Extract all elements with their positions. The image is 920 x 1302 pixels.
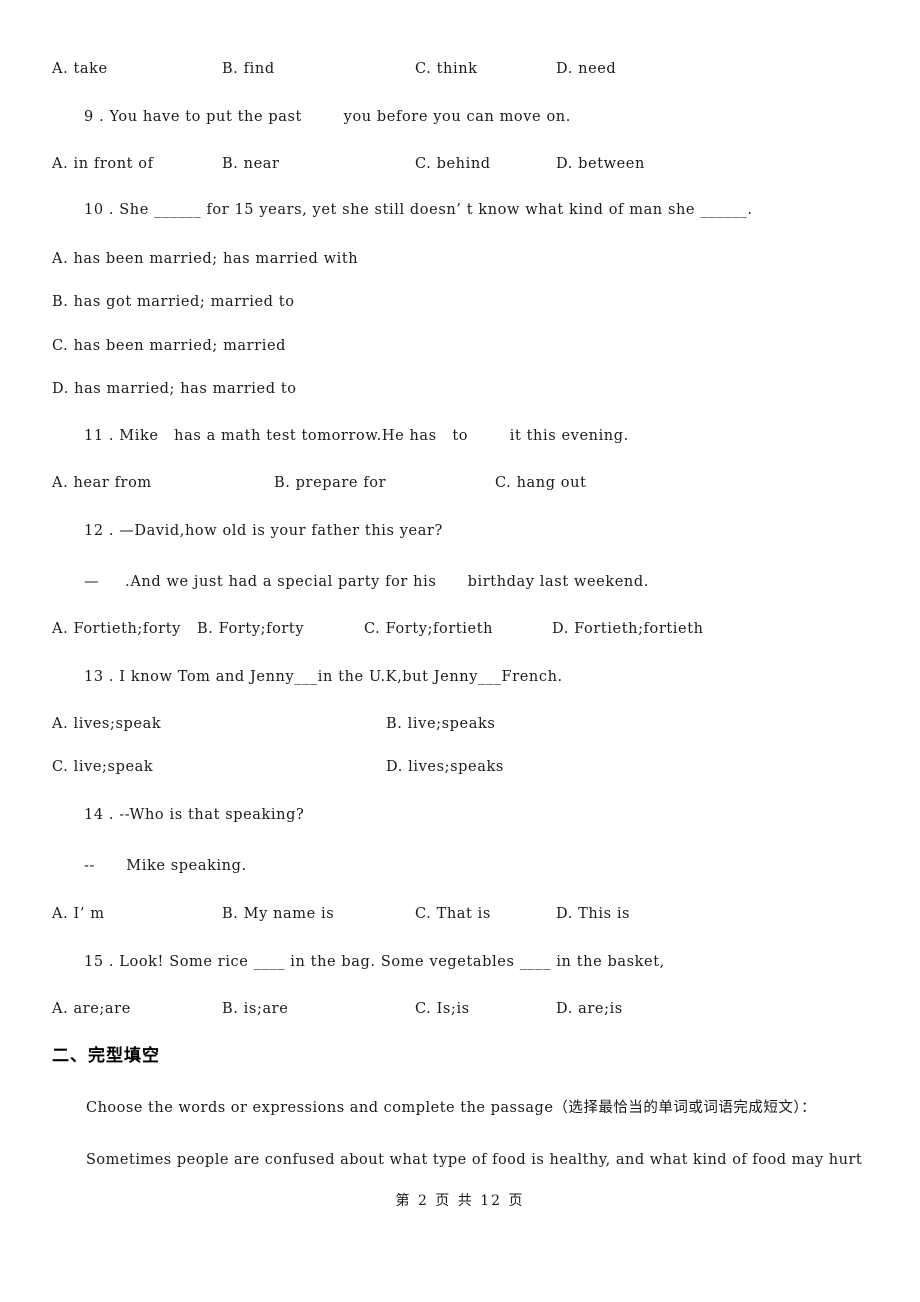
options-row-q13-1: A. lives;speak B. live;speaks [52,717,882,737]
options-row-q8: A. take B. find C. think D. need [52,62,882,82]
options-row-q13-2: C. live;speak D. lives;speaks [52,760,882,780]
option-a: A. Fortieth;forty [52,621,181,637]
option-a: A. hear from [52,475,152,491]
option-d: D. Fortieth;fortieth [552,621,704,637]
question-stem-10: 10 . She ______ for 15 years, yet she st… [84,202,753,218]
question-stem-9: 9 . You have to put the past you before … [84,109,571,125]
cloze-instruction: Choose the words or expressions and comp… [86,1100,817,1116]
option-a: A. are;are [52,1001,131,1017]
option-c: C. think [415,61,478,77]
option-a-q10: A. has been married; has married with [52,251,359,267]
option-c: C. That is [415,906,491,922]
option-b: B. live;speaks [386,716,496,732]
option-b: B. near [222,156,280,172]
question-stem-14-reply: -- Mike speaking. [84,858,247,874]
section-heading-cloze: 二、完型填空 [52,1046,160,1066]
option-b: B. My name is [222,906,335,922]
option-d: D. This is [556,906,631,922]
cloze-passage-line-1: Sometimes people are confused about what… [86,1152,863,1168]
options-row-q15: A. are;are B. is;are C. Is;is D. are;is [52,1002,882,1022]
exam-page: A. take B. find C. think D. need 9 . You… [0,0,920,1302]
option-c-q10: C. has been married; married [52,338,287,354]
option-b: B. prepare for [274,475,387,491]
option-c: C. Forty;fortieth [364,621,494,637]
options-row-q11: A. hear from B. prepare for C. hang out [52,476,882,496]
question-stem-11: 11 . Mike has a math test tomorrow.He ha… [84,428,629,444]
option-a: A. take [52,61,108,77]
option-c: C. hang out [495,475,587,491]
question-stem-12-reply: — .And we just had a special party for h… [84,574,649,590]
option-d: D. between [556,156,645,172]
options-row-q14: A. I’ m B. My name is C. That is D. This… [52,907,882,927]
option-a: A. lives;speak [52,716,162,732]
option-b-q10: B. has got married; married to [52,294,295,310]
option-b: B. is;are [222,1001,289,1017]
question-stem-15: 15 . Look! Some rice ____ in the bag. So… [84,954,665,970]
option-d: D. lives;speaks [386,759,504,775]
option-c: C. behind [415,156,491,172]
options-row-q9: A. in front of B. near C. behind D. betw… [52,157,882,177]
option-a: A. I’ m [52,906,105,922]
option-c: C. Is;is [415,1001,470,1017]
question-stem-12: 12 . —David,how old is your father this … [84,523,443,539]
option-b: B. Forty;forty [197,621,305,637]
options-row-q12: A. Fortieth;forty B. Forty;forty C. Fort… [52,622,882,642]
option-a: A. in front of [52,156,154,172]
page-footer: 第 2 页 共 12 页 [395,1193,525,1209]
question-stem-13: 13 . I know Tom and Jenny___in the U.K,b… [84,669,563,685]
option-d: D. are;is [556,1001,623,1017]
option-c: C. live;speak [52,759,154,775]
question-stem-14: 14 . --Who is that speaking? [84,807,305,823]
option-d: D. need [556,61,617,77]
option-d-q10: D. has married; has married to [52,381,297,397]
option-b: B. find [222,61,275,77]
